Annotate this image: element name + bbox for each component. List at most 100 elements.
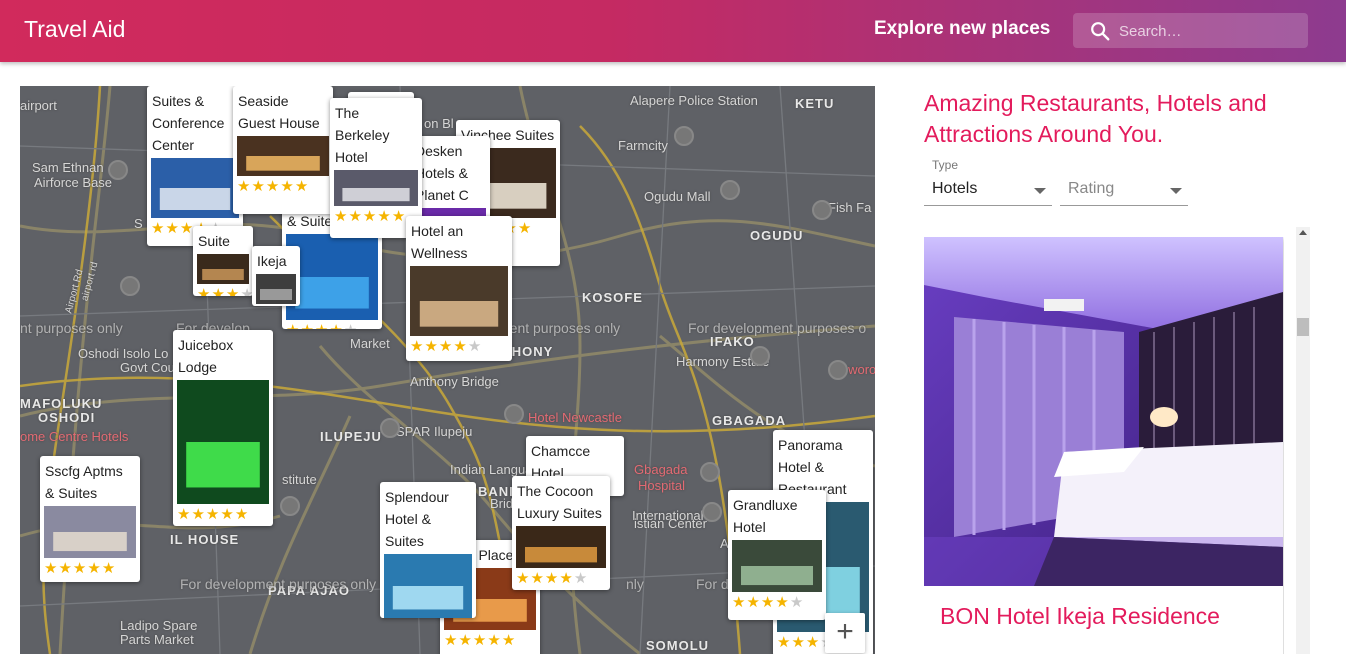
place-marker-card[interactable]: Hotel an Wellness ★★★★★ — [406, 216, 512, 361]
map-pin-icon[interactable] — [828, 360, 848, 380]
map-label: nt purposes only — [20, 320, 123, 336]
place-marker-card[interactable]: Splendour Hotel & Suites★★★★★ — [380, 482, 476, 618]
place-marker-photo — [44, 506, 136, 558]
star-filled-icon: ★ — [410, 338, 425, 355]
place-marker-name: Suites & Conference Center — [152, 93, 225, 153]
star-filled-icon: ★ — [211, 286, 226, 296]
star-filled-icon: ★ — [530, 570, 545, 587]
star-filled-icon: ★ — [391, 208, 407, 225]
star-filled-icon: ★ — [377, 208, 392, 225]
star-rating: ★★★★★ — [444, 632, 536, 649]
map-label: For development purposes o — [688, 320, 867, 336]
map-pin-icon[interactable] — [280, 496, 300, 516]
type-select[interactable]: Type Hotels — [924, 158, 1052, 208]
star-filled-icon: ★ — [225, 286, 241, 296]
map-label: Indian Langua — [450, 462, 533, 477]
place-marker-photo — [384, 554, 472, 618]
place-marker-card[interactable]: Suites & Conference Center★★★★★ — [147, 86, 243, 246]
place-name[interactable]: BON Hotel Ikeja Residence — [940, 603, 1220, 630]
map[interactable]: airport Sam Ethnan Airforce Base Alapere Po… — [20, 86, 875, 654]
explore-heading: Explore new places — [874, 18, 1051, 39]
place-marker-photo — [237, 136, 329, 176]
star-rating: ★★★★★ — [177, 506, 269, 523]
map-pin-icon[interactable] — [674, 126, 694, 146]
map-pin-icon[interactable] — [504, 404, 524, 424]
map-pin-icon[interactable] — [108, 160, 128, 180]
chevron-down-icon — [1034, 188, 1046, 194]
map-pin-icon[interactable] — [380, 418, 400, 438]
star-filled-icon: ★ — [234, 506, 250, 523]
place-marker-photo — [256, 274, 296, 304]
place-marker-card[interactable]: Juicebox Lodge ★★★★★ — [173, 330, 273, 526]
star-filled-icon: ★ — [280, 178, 295, 195]
place-marker-name: The Berkeley Hotel — [335, 105, 390, 165]
place-list[interactable]: BON Hotel Ikeja Residence — [924, 237, 1284, 654]
star-filled-icon: ★ — [165, 220, 180, 237]
star-filled-icon: ★ — [472, 632, 488, 649]
star-filled-icon: ★ — [348, 208, 363, 225]
place-photo — [924, 237, 1283, 586]
star-filled-icon: ★ — [87, 560, 102, 577]
rating-select[interactable]: Rating — [1060, 158, 1188, 208]
star-filled-icon: ★ — [44, 560, 59, 577]
star-filled-icon: ★ — [805, 634, 821, 651]
star-filled-icon: ★ — [220, 506, 235, 523]
place-marker-card[interactable]: The Cocoon Luxury Suites ★★★★★ — [512, 476, 610, 590]
map-label: Gbagada — [634, 462, 688, 477]
star-filled-icon: ★ — [746, 594, 761, 611]
star-rating: ★★★★★ — [237, 178, 329, 195]
place-marker-card[interactable]: Grandluxe Hotel ★★★★★ — [728, 490, 826, 620]
star-filled-icon: ★ — [559, 570, 574, 587]
star-empty-icon: ★ — [467, 338, 483, 355]
star-filled-icon: ★ — [444, 632, 459, 649]
star-empty-icon: ★ — [344, 322, 358, 329]
star-filled-icon: ★ — [501, 632, 517, 649]
type-underline — [924, 205, 1052, 206]
place-marker-card[interactable]: Sscfg Aptms & Suites ★★★★★ — [40, 456, 140, 582]
star-rating: ★★★★★ — [197, 286, 253, 296]
place-marker-card[interactable]: Suite ★★★★★ — [193, 226, 253, 296]
star-filled-icon: ★ — [151, 220, 166, 237]
map-label: Market — [350, 336, 390, 351]
map-label: Govt Cou — [120, 360, 175, 375]
map-label: Alapere Police Station — [630, 93, 758, 108]
place-marker-name: Splendour Hotel & Suites — [385, 489, 449, 549]
map-pin-icon[interactable] — [750, 346, 770, 366]
scroll-up-arrow-icon[interactable] — [1299, 230, 1307, 235]
place-marker-name: Sscfg Aptms & Suites — [45, 463, 123, 501]
list-scrollbar[interactable] — [1296, 227, 1310, 654]
search-box[interactable] — [1073, 13, 1308, 48]
place-marker-name: Suite — [198, 233, 230, 249]
star-filled-icon: ★ — [777, 634, 792, 651]
scrollbar-thumb[interactable] — [1297, 318, 1309, 336]
star-filled-icon: ★ — [453, 338, 468, 355]
star-filled-icon: ★ — [424, 338, 439, 355]
map-pin-icon[interactable] — [702, 502, 722, 522]
star-filled-icon: ★ — [334, 208, 349, 225]
star-filled-icon: ★ — [458, 632, 473, 649]
map-label: airport — [20, 98, 57, 113]
zoom-in-button[interactable]: + — [825, 613, 865, 653]
map-label: on Bl — [424, 116, 454, 131]
search-input[interactable] — [1119, 19, 1299, 43]
map-pin-icon[interactable] — [120, 276, 140, 296]
app-title[interactable]: Travel Aid — [24, 16, 125, 43]
map-pin-icon[interactable] — [700, 462, 720, 482]
star-filled-icon: ★ — [775, 594, 790, 611]
map-pin-icon[interactable] — [720, 180, 740, 200]
star-rating: ★★★★★ — [44, 560, 136, 577]
place-marker-name: Seaside Guest House — [238, 93, 320, 131]
place-marker-name: Hotel an Wellness — [411, 223, 468, 261]
place-marker-photo — [334, 170, 418, 206]
map-label: stitute — [282, 472, 317, 487]
place-marker-name: Desken Hotels & Planet C — [415, 143, 469, 203]
place-marker-card[interactable]: Seaside Guest House ★★★★★ — [233, 86, 333, 214]
chevron-down-icon — [1170, 188, 1182, 194]
place-card[interactable]: BON Hotel Ikeja Residence — [924, 237, 1283, 654]
map-label: S — [134, 216, 143, 231]
map-pin-icon[interactable] — [812, 200, 832, 220]
place-marker-card[interactable]: Ikeja — [252, 246, 300, 306]
star-filled-icon: ★ — [517, 220, 533, 237]
star-filled-icon: ★ — [58, 560, 73, 577]
star-filled-icon: ★ — [101, 560, 117, 577]
